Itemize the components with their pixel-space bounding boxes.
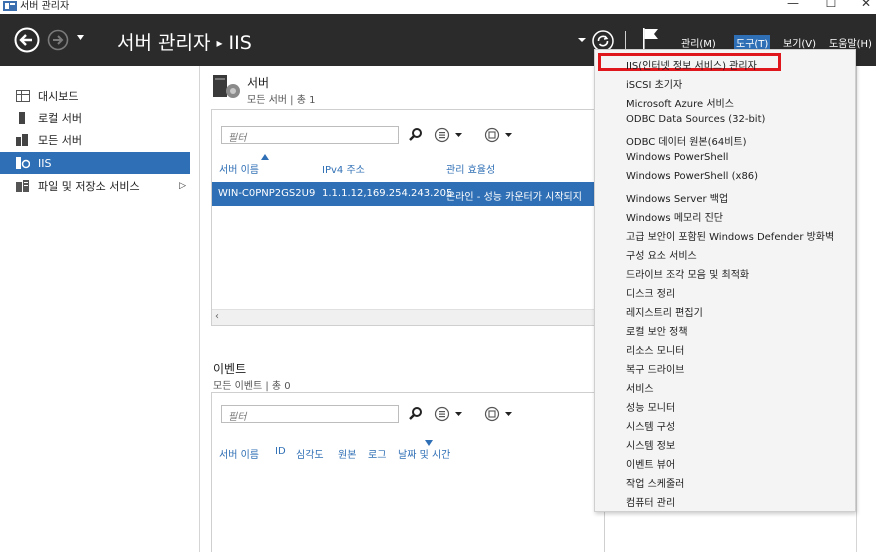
menu-item-iscsi-initiator[interactable]: iSCSI 초기자 — [595, 73, 855, 92]
notifications-flag-icon[interactable] — [642, 28, 660, 50]
header-dropdown-icon[interactable] — [578, 36, 586, 44]
save-query-icon[interactable] — [484, 406, 520, 422]
menu-item-system-information[interactable]: 시스템 정보 — [595, 434, 855, 453]
column-header-event-id[interactable]: ID — [275, 446, 286, 457]
list-options-icon[interactable] — [434, 406, 470, 422]
events-tile: 필터 — [211, 392, 605, 552]
cell-server-name: WIN-C0PNP2GS2U9 — [218, 188, 316, 199]
breadcrumb: 서버 관리자 ▸ IIS — [117, 28, 252, 55]
sidebar: 대시보드 로컬 서버 모든 서버 IIS 파일 및 저장소 서비스 ▷ — [0, 66, 200, 552]
breadcrumb-separator-icon: ▸ — [216, 36, 223, 50]
window-title: 서버 관리자 — [20, 1, 70, 12]
menu-manage[interactable]: 관리(M) — [681, 35, 716, 50]
events-filter-input[interactable]: 필터 — [221, 405, 399, 423]
sidebar-item-label: 대시보드 — [38, 90, 79, 103]
menu-item-component-services[interactable]: 구성 요소 서비스 — [595, 244, 855, 263]
all-servers-icon — [16, 134, 28, 146]
column-header-event-datetime[interactable]: 날짜 및 시간 — [398, 446, 450, 461]
column-header-server-name[interactable]: 서버 이름 — [219, 161, 259, 176]
menu-item-powershell[interactable]: Windows PowerShell — [595, 149, 855, 168]
forward-arrow-icon[interactable] — [47, 29, 69, 51]
search-icon[interactable] — [408, 405, 424, 423]
cell-manageability: 온라인 - 성능 카운터가 시작되지 — [446, 192, 582, 203]
server-manager-app-icon — [3, 1, 17, 11]
list-options-icon[interactable] — [434, 127, 470, 143]
sidebar-item-iis[interactable]: IIS — [0, 152, 190, 174]
menu-item-services[interactable]: 서비스 — [595, 377, 855, 396]
menu-item-registry-editor[interactable]: 레지스트리 편집기 — [595, 301, 855, 320]
column-header-event-source[interactable]: 원본 — [338, 446, 356, 461]
window-titlebar: 서버 관리자 — ☐ ✕ — [0, 0, 876, 14]
table-row[interactable]: WIN-C0PNP2GS2U9 1.1.1.12,169.254.243.205… — [212, 182, 604, 206]
local-server-icon — [19, 112, 25, 124]
tools-dropdown-menu: IIS(인터넷 정보 서비스) 관리자 iSCSI 초기자 Microsoft … — [594, 49, 856, 512]
dashboard-icon — [16, 90, 30, 102]
search-icon[interactable] — [408, 126, 424, 144]
menu-item-computer-management[interactable]: 컴퓨터 관리 — [595, 491, 855, 510]
menu-item-memory-diagnostic[interactable]: Windows 메모리 진단 — [595, 206, 855, 225]
menu-view[interactable]: 보기(V) — [783, 35, 816, 50]
menu-item-powershell-x86[interactable]: Windows PowerShell (x86) — [595, 168, 855, 187]
servers-section-icon — [213, 75, 240, 98]
servers-section-subtitle: 모든 서버 | 총 1 — [247, 95, 316, 106]
sidebar-item-label: 로컬 서버 — [38, 112, 82, 125]
menu-item-iis-manager[interactable]: IIS(인터넷 정보 서비스) 관리자 — [595, 54, 855, 73]
servers-horizontal-scrollbar[interactable]: ‹ — [212, 309, 604, 325]
column-header-ipv4[interactable]: IPv4 주소 — [322, 161, 365, 176]
menu-tools[interactable]: 도구(T) — [734, 35, 771, 50]
events-section-title: 이벤트 — [213, 362, 247, 376]
close-button[interactable]: ✕ — [856, 0, 876, 10]
breadcrumb-root[interactable]: 서버 관리자 — [117, 32, 210, 54]
menu-item-resource-monitor[interactable]: 리소스 모니터 — [595, 339, 855, 358]
column-header-event-server-name[interactable]: 서버 이름 — [219, 446, 259, 461]
servers-section-title: 서버 — [247, 76, 270, 90]
menu-item-performance-monitor[interactable]: 성능 모니터 — [595, 396, 855, 415]
sidebar-item-dashboard[interactable]: 대시보드 — [0, 85, 190, 107]
sidebar-item-label: 모든 서버 — [38, 134, 82, 147]
file-storage-icon — [16, 180, 29, 192]
events-filter-bar: 필터 — [212, 393, 604, 435]
menu-help[interactable]: 도움말(H) — [829, 35, 872, 50]
servers-filter-input[interactable]: 필터 — [221, 126, 399, 144]
menu-item-odbc-32[interactable]: ODBC Data Sources (32-bit) — [595, 111, 855, 130]
save-query-icon[interactable] — [484, 127, 520, 143]
history-dropdown-icon[interactable] — [76, 33, 85, 42]
sort-descending-icon — [425, 440, 433, 446]
right-scroll-area — [856, 66, 876, 552]
sort-ascending-icon — [261, 154, 269, 160]
servers-tile: 필터 — [211, 109, 605, 326]
sidebar-item-all-servers[interactable]: 모든 서버 — [0, 129, 190, 151]
cell-ipv4: 1.1.1.12,169.254.243.205 — [322, 188, 453, 199]
sidebar-item-file-storage[interactable]: 파일 및 저장소 서비스 ▷ — [0, 175, 190, 197]
maximize-button[interactable]: ☐ — [821, 0, 841, 10]
sidebar-item-local-server[interactable]: 로컬 서버 — [0, 107, 190, 129]
menu-item-azure-services[interactable]: Microsoft Azure 서비스 — [595, 92, 855, 111]
menu-item-local-security-policy[interactable]: 로컬 보안 정책 — [595, 320, 855, 339]
menu-item-recovery-drive[interactable]: 복구 드라이브 — [595, 358, 855, 377]
column-header-event-severity[interactable]: 심각도 — [296, 446, 324, 461]
menu-item-odbc-64[interactable]: ODBC 데이터 원본(64비트) — [595, 130, 855, 149]
servers-filter-bar: 필터 — [212, 110, 604, 152]
breadcrumb-current: IIS — [228, 32, 252, 54]
minimize-button[interactable]: — — [783, 0, 803, 10]
scroll-left-arrow-icon[interactable]: ‹ — [215, 311, 219, 322]
expand-chevron-icon[interactable]: ▷ — [179, 181, 186, 191]
sidebar-item-label: IIS — [38, 156, 52, 170]
menu-item-disk-cleanup[interactable]: 디스크 정리 — [595, 282, 855, 301]
menu-item-server-backup[interactable]: Windows Server 백업 — [595, 187, 855, 206]
iis-icon — [16, 157, 30, 169]
menu-item-system-configuration[interactable]: 시스템 구성 — [595, 415, 855, 434]
header-divider — [625, 31, 626, 49]
menu-item-defender-firewall[interactable]: 고급 보안이 포함된 Windows Defender 방화벽 — [595, 225, 855, 244]
sidebar-item-label: 파일 및 저장소 서비스 — [38, 180, 140, 193]
column-header-event-log[interactable]: 로그 — [368, 446, 386, 461]
back-arrow-icon[interactable] — [14, 27, 40, 53]
column-header-manageability[interactable]: 관리 효율성 — [446, 161, 495, 176]
menu-item-event-viewer[interactable]: 이벤트 뷰어 — [595, 453, 855, 472]
menu-item-task-scheduler[interactable]: 작업 스케줄러 — [595, 472, 855, 491]
menu-item-defragment[interactable]: 드라이브 조각 모음 및 최적화 — [595, 263, 855, 282]
events-section-subtitle: 모든 이벤트 | 총 0 — [213, 381, 291, 392]
